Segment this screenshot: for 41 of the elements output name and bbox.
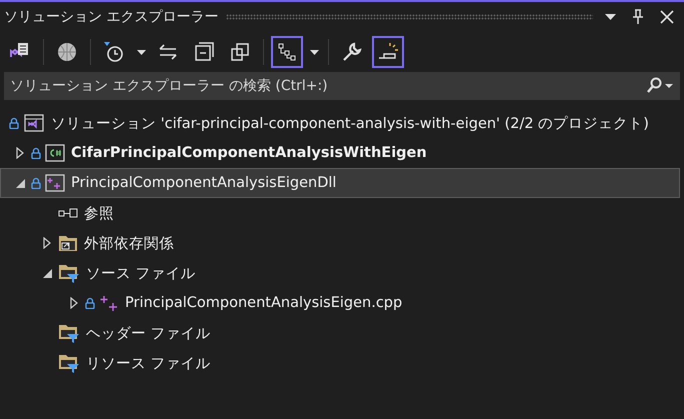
references-icon [58, 208, 78, 218]
lock-icon [31, 177, 41, 189]
tree-item[interactable]: リソース ファイル [0, 348, 680, 378]
hierarchy-icon [277, 42, 297, 62]
toolbar-button[interactable] [271, 36, 303, 68]
search-field[interactable]: ソリューション エクスプローラー の検索 (Ctrl+:) [10, 78, 646, 94]
expanded-arrow-icon[interactable] [16, 178, 24, 188]
collapsed-arrow-icon[interactable] [43, 237, 51, 249]
search-icon [646, 77, 674, 95]
collapse-icon [193, 41, 215, 63]
history-icon [103, 41, 125, 63]
window-title: ソリューション エクスプローラー [4, 8, 218, 26]
tree-item[interactable]: ヘッダー ファイル [0, 318, 680, 348]
cpp-file-icon [99, 294, 119, 312]
csharp-project-icon [45, 144, 65, 162]
tree-item[interactable]: PrincipalComponentAnalysisEigen.cpp [0, 288, 680, 318]
wrench-icon [341, 41, 363, 63]
lock-icon [9, 117, 19, 129]
external-folder-icon [58, 234, 78, 252]
tree-item[interactable]: 外部依存関係 [0, 228, 680, 258]
tree-item[interactable]: ソリューション 'cifar-principal-component-analysis-with-eigen' (2/2 のプロジェクト) [0, 108, 680, 138]
lock-icon [31, 147, 41, 159]
collapsed-arrow-icon[interactable] [16, 147, 24, 159]
tree-item[interactable]: ソース ファイル [0, 258, 680, 288]
filter-folder-icon [58, 263, 80, 283]
filter-folder-icon [58, 323, 80, 343]
solution-icon [23, 113, 45, 133]
toolbar-button[interactable] [372, 36, 404, 68]
globe-icon [56, 41, 78, 63]
tree-item[interactable]: PrincipalComponentAnalysisEigenDll [0, 168, 680, 198]
lock-icon [85, 297, 95, 309]
filter-folder-icon [58, 353, 80, 373]
collapsed-arrow-icon[interactable] [70, 297, 78, 309]
caret-icon [310, 50, 318, 54]
caret-icon [136, 50, 146, 54]
expanded-arrow-icon[interactable] [42, 268, 52, 278]
tree-item[interactable]: CifarPrincipalComponentAnalysisWithEigen [0, 138, 680, 168]
copies-icon [229, 41, 251, 63]
cpp-project-icon [45, 174, 65, 192]
search-box[interactable]: ソリューション エクスプローラー の検索 (Ctrl+:) [4, 72, 680, 100]
tree-item[interactable]: 参照 [0, 198, 680, 228]
